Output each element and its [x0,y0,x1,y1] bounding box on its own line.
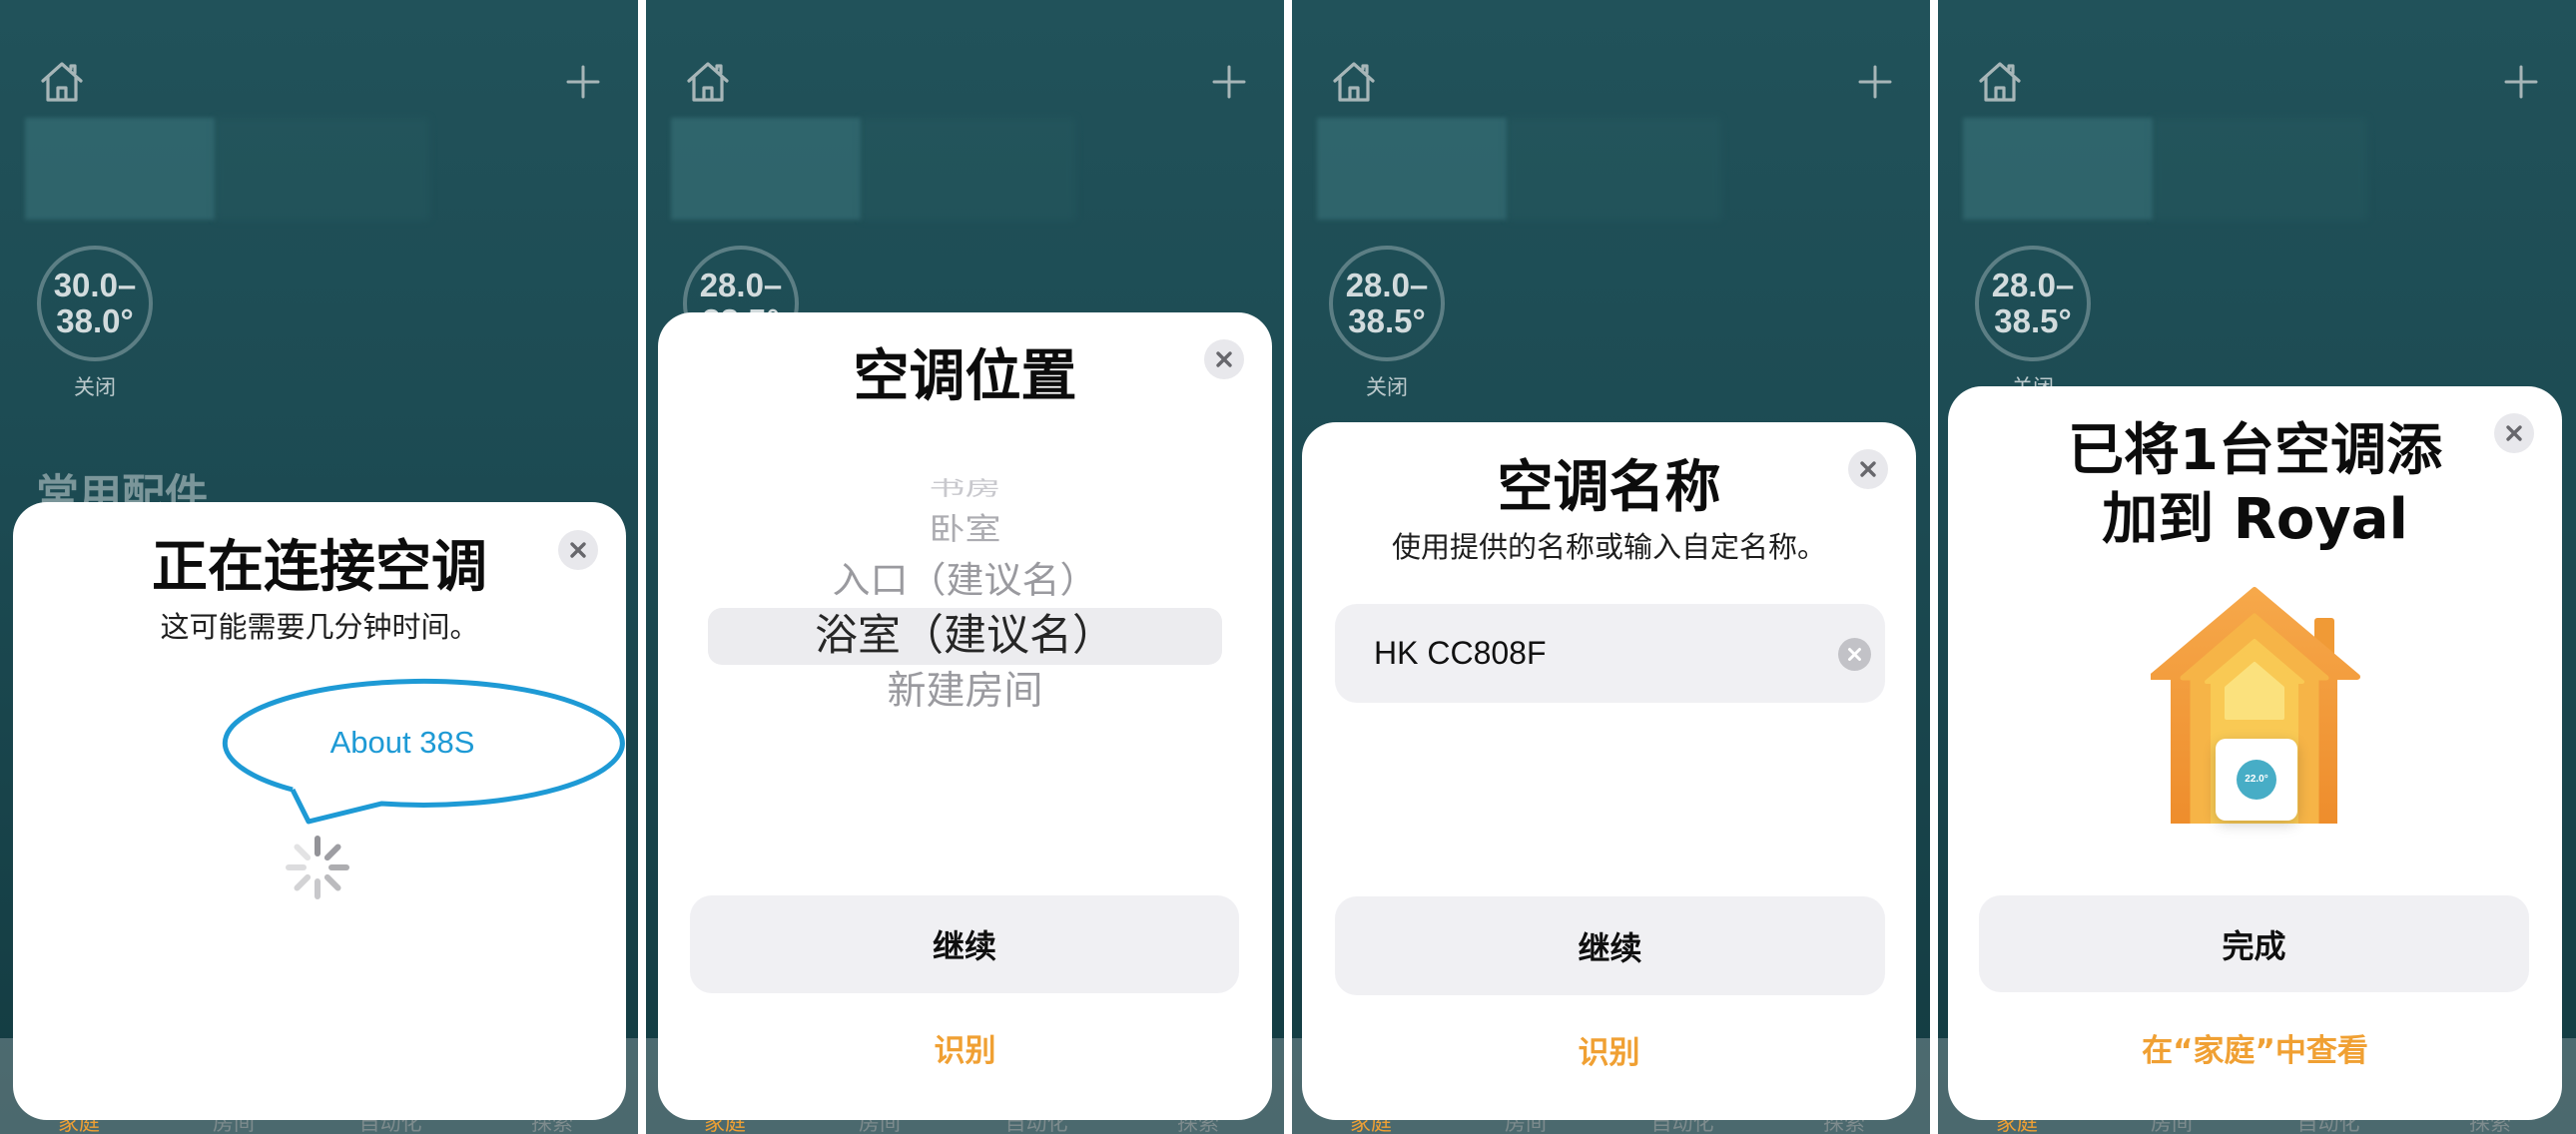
picker-item[interactable]: 书房 [658,477,1272,501]
blurred-tile [1317,118,1507,220]
tile-status: 关闭 [74,375,116,399]
temp-range-line2: 38.5° [1348,302,1426,339]
add-button[interactable] [1211,64,1247,100]
plus-shape [1212,65,1246,99]
annotation-speech-bubble [222,678,625,825]
screen-added: 28.0– 38.5° 关闭 家庭 房间 自动化 探索 已将1台空调添 加到 R… [1938,0,2576,1134]
screen-name: 28.0– 38.5° 关闭 家庭 房间 自动化 探索 空调名称 使用提供的名称… [1292,0,1930,1134]
plus-shape [1858,65,1892,99]
sheet-title: 空调位置 [853,344,1077,409]
plus-icon [566,65,600,99]
xmark-shape [1848,648,1861,661]
temp-range-line1: 28.0– [699,267,783,303]
house-outline-icon [1333,62,1375,102]
house-outline-shape [1979,62,2021,102]
screen-connecting: 30.0– 38.0° 关闭 常用配件 家庭 房间 自动化 探索 正在连接空调 … [0,0,638,1134]
house-outline-shape [41,62,83,102]
accessory-name-field[interactable]: HK CC808F [1335,604,1885,703]
home-button[interactable] [1330,58,1378,106]
added-sheet: 已将1台空调添 加到 Royal 22.0° 完成 在“家庭”中查看 [1948,386,2562,1120]
plus-icon [2504,65,2538,99]
sheet-title-line1: 已将1台空调添 [2068,418,2442,483]
thermostat-tile[interactable]: 28.0– 38.5° [1329,246,1445,361]
sheet-subtitle: 使用提供的名称或输入自定名称。 [1391,530,1826,564]
plus-shape [566,65,600,99]
thermostat-tile[interactable]: 28.0– 38.5° [1975,246,2091,361]
spinner-spoke [294,844,312,861]
done-label: 完成 [2222,926,2286,965]
house-outline-icon [41,62,83,102]
home-button[interactable] [684,58,732,106]
continue-label: 继续 [932,927,996,965]
screen-location: 28.0– 38.5° 家庭 房间 自动化 探索 空调位置 书房 卧室 入口（建… [646,0,1284,1134]
picker-item[interactable]: 新建房间 [658,668,1272,716]
identify-link[interactable]: 识别 [1302,1034,1916,1072]
spinner-spoke [323,844,341,861]
blurred-tile [671,118,861,220]
add-button[interactable] [2503,64,2539,100]
view-in-home-link[interactable]: 在“家庭”中查看 [1948,1032,2562,1070]
temp-range-line2: 38.5° [1994,302,2072,339]
continue-button[interactable]: 继续 [690,895,1239,993]
plus-icon [1858,65,1892,99]
continue-button[interactable]: 继续 [1335,896,1885,995]
blurred-tile [2153,118,2367,220]
spinner-spoke [294,873,312,891]
spinner-spoke [323,873,341,891]
add-button[interactable] [565,64,601,100]
continue-label: 继续 [1578,928,1642,967]
sheet-title: 空调名称 [1497,455,1721,520]
add-button[interactable] [1857,64,1893,100]
house-outline-shape [687,62,729,102]
done-button[interactable]: 完成 [1979,895,2529,992]
clear-text-button[interactable] [1838,638,1871,671]
temp-range-line2: 38.0° [56,302,134,339]
home-button[interactable] [1976,58,2024,106]
sheet-title-line2: 加到 Royal [2102,487,2408,552]
temp-range-line1: 30.0– [53,267,137,303]
plus-shape [2504,65,2538,99]
temp-range-line1: 28.0– [1345,267,1429,303]
blurred-tile [861,118,1075,220]
picker-item-selected[interactable]: 浴室（建议名） [658,610,1272,662]
home-button[interactable] [38,58,86,106]
tile-status: 关闭 [1366,375,1408,399]
blurred-tile [1963,118,2153,220]
name-sheet: 空调名称 使用提供的名称或输入自定名称。 HK CC808F 继续 识别 [1302,422,1916,1120]
house-outline-shape [1333,62,1375,102]
accessory-temp-badge: 22.0° [2237,760,2276,800]
temp-range-line1: 28.0– [1991,267,2075,303]
house-outline-icon [687,62,729,102]
house-outline-icon [1979,62,2021,102]
picker-item[interactable]: 入口（建议名） [658,557,1272,603]
identify-link[interactable]: 识别 [658,1032,1272,1070]
name-field-value: HK CC808F [1374,635,1547,671]
activity-spinner-icon [286,836,349,899]
picker-item[interactable]: 卧室 [658,511,1272,548]
blurred-tile [25,118,215,220]
connecting-sheet: 正在连接空调 这可能需要几分钟时间。 About 38S [13,502,626,1120]
annotation-text: About 38S [329,725,475,760]
blurred-tile [215,118,429,220]
blurred-tile [1507,118,1721,220]
plus-icon [1212,65,1246,99]
accessory-tile: 22.0° [2216,739,2297,821]
thermostat-tile[interactable]: 30.0– 38.0° [37,246,153,361]
location-sheet: 空调位置 书房 卧室 入口（建议名） 浴室（建议名） 新建房间 继续 识别 [658,312,1272,1120]
xmark-circle-icon [1848,648,1861,661]
